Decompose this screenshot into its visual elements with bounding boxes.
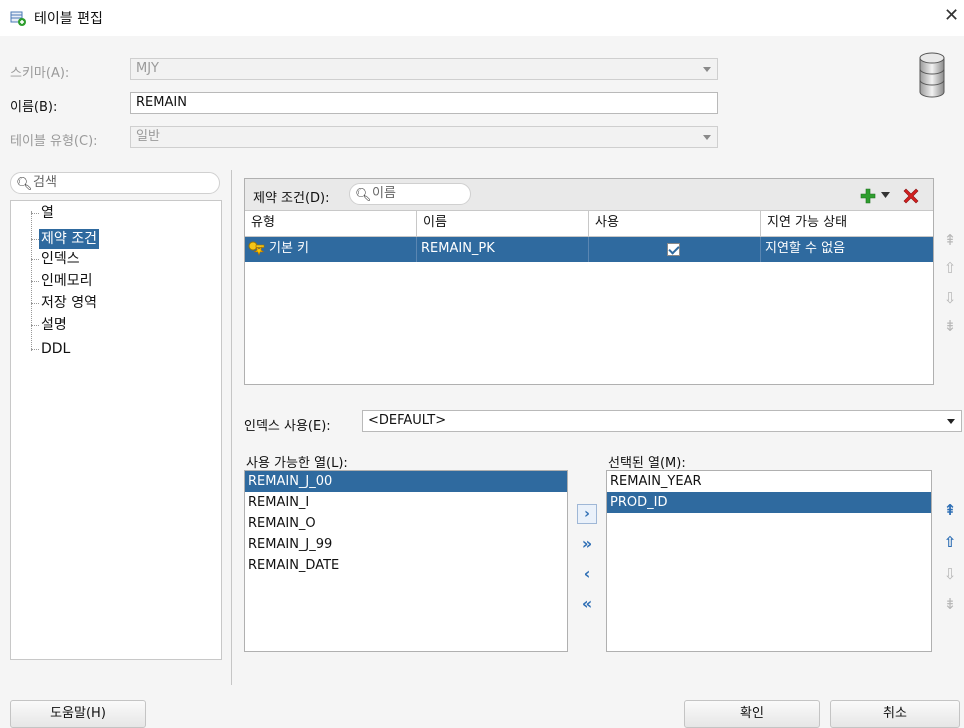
nav-item-indexes[interactable]: 인덱스 (39, 249, 82, 269)
available-columns-list: REMAIN_J_00 REMAIN_I REMAIN_O REMAIN_J_9… (244, 470, 568, 652)
help-button[interactable]: 도움말(H) (10, 700, 146, 728)
chevron-down-icon (703, 67, 711, 72)
chevron-down-icon (947, 419, 955, 424)
list-item[interactable]: REMAIN_O (245, 513, 567, 534)
selected-columns-list: REMAIN_YEAR PROD_ID (606, 470, 932, 652)
schema-value: MJY (136, 61, 159, 76)
tree-line (31, 281, 39, 282)
index-select[interactable]: <DEFAULT> (362, 410, 962, 432)
tree-line (31, 349, 39, 350)
cell-type: 기본 키 (245, 237, 417, 262)
table-type-label: 테이블 유형(C): (10, 134, 98, 149)
column-header-deferrable[interactable]: 지연 가능 상태 (761, 211, 933, 237)
nav-item-inmemory[interactable]: 인메모리 (39, 271, 95, 291)
window-title: 테이블 편집 (34, 11, 103, 27)
nav-search-input[interactable]: 🔍︎ 검색 (10, 172, 220, 194)
index-label: 인덱스 사용(E): (244, 419, 331, 434)
constraints-filter-placeholder: 이름 (372, 186, 396, 201)
chevron-down-icon (703, 135, 711, 140)
move-down-icon[interactable]: ⇩ (940, 288, 960, 308)
primary-key-icon (248, 241, 265, 256)
schema-label: 스키마(A): (10, 66, 70, 81)
tree-line (31, 259, 39, 260)
nav-item-storage[interactable]: 저장 영역 (39, 293, 99, 313)
move-all-left-icon[interactable]: « (577, 594, 597, 614)
nav-item-constraints[interactable]: 제약 조건 (39, 229, 99, 249)
table-type-value: 일반 (136, 129, 160, 144)
list-item[interactable]: REMAIN_J_00 (245, 471, 567, 492)
schema-select: MJY (130, 58, 718, 80)
table-row[interactable]: 기본 키 REMAIN_PK 지연할 수 없음 (245, 237, 933, 262)
delete-icon[interactable] (901, 186, 921, 206)
constraints-panel: 제약 조건(D): 🔍︎ 이름 유형 이름 사용 지연 가능 상태 기본 키 R… (244, 178, 934, 385)
search-icon: 🔍︎ (16, 177, 33, 192)
close-icon[interactable]: ✕ (944, 6, 959, 26)
nav-item-comment[interactable]: 설명 (39, 315, 69, 335)
constraint-name: REMAIN_PK (417, 237, 589, 262)
table-type-select: 일반 (130, 126, 718, 148)
constraints-toolbar: 제약 조건(D): 🔍︎ 이름 (245, 179, 933, 211)
list-item[interactable]: REMAIN_J_99 (245, 534, 567, 555)
list-item[interactable]: REMAIN_YEAR (607, 471, 931, 492)
move-top-icon[interactable]: ⇞ (940, 230, 960, 250)
selected-columns-label: 선택된 열(M): (608, 456, 686, 471)
splitter[interactable] (231, 170, 232, 685)
move-top-icon[interactable]: ⇞ (940, 500, 960, 520)
nav-search-placeholder: 검색 (33, 175, 57, 190)
constraint-deferrable: 지연할 수 없음 (765, 241, 846, 256)
list-item[interactable]: REMAIN_I (245, 492, 567, 513)
search-icon: 🔍︎ (355, 188, 372, 203)
enabled-checkbox[interactable] (667, 243, 680, 256)
column-header-type[interactable]: 유형 (245, 211, 417, 237)
add-icon[interactable] (859, 187, 877, 205)
tree-line (31, 213, 39, 214)
cancel-button[interactable]: 취소 (830, 700, 960, 728)
move-bottom-icon[interactable]: ⇟ (940, 594, 960, 614)
move-bottom-icon[interactable]: ⇟ (940, 316, 960, 336)
table-edit-icon (10, 11, 26, 26)
move-up-icon[interactable]: ⇧ (940, 532, 960, 552)
title-bar: 테이블 편집 ✕ (0, 0, 964, 36)
nav-tree: 열 제약 조건 인덱스 인메모리 저장 영역 설명 DDL (10, 200, 222, 660)
ok-button[interactable]: 확인 (684, 700, 820, 728)
available-columns-label: 사용 가능한 열(L): (246, 456, 348, 471)
index-value: <DEFAULT> (368, 413, 447, 428)
column-header-enabled[interactable]: 사용 (589, 211, 761, 237)
tree-line (31, 239, 39, 240)
database-icon (919, 52, 945, 98)
add-dropdown-chevron-icon[interactable] (881, 192, 890, 198)
move-right-icon[interactable]: › (577, 504, 597, 524)
column-header-name[interactable]: 이름 (417, 211, 589, 237)
constraints-filter-input[interactable]: 🔍︎ 이름 (349, 183, 471, 205)
nav-item-ddl[interactable]: DDL (39, 339, 72, 359)
move-down-icon[interactable]: ⇩ (940, 564, 960, 584)
move-all-right-icon[interactable]: » (577, 534, 597, 554)
constraint-type: 기본 키 (269, 241, 310, 256)
nav-item-columns[interactable]: 열 (39, 203, 56, 223)
name-value: REMAIN (136, 95, 187, 110)
name-input[interactable]: REMAIN (130, 92, 718, 114)
tree-line (31, 325, 39, 326)
list-item[interactable]: PROD_ID (607, 492, 931, 513)
move-up-icon[interactable]: ⇧ (940, 258, 960, 278)
constraints-grid-header: 유형 이름 사용 지연 가능 상태 (245, 211, 933, 237)
move-left-icon[interactable]: ‹ (577, 564, 597, 584)
name-label: 이름(B): (10, 100, 58, 115)
cell-enabled (589, 237, 761, 262)
list-item[interactable]: REMAIN_DATE (245, 555, 567, 576)
tree-line (31, 303, 39, 304)
constraints-label: 제약 조건(D): (253, 191, 330, 206)
